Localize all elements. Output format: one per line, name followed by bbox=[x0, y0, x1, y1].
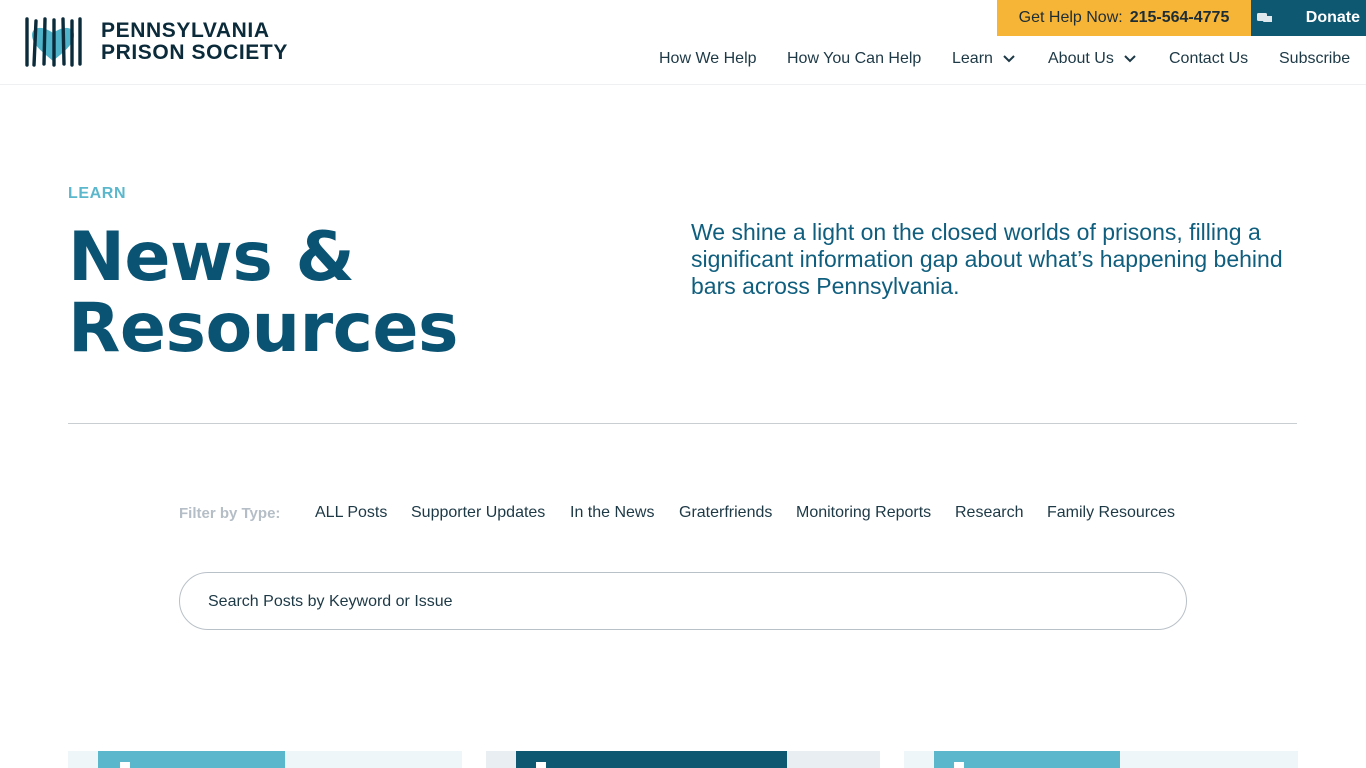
nav-how-you-can-help[interactable]: How You Can Help bbox=[787, 50, 921, 68]
section-eyebrow: LEARN bbox=[68, 185, 127, 202]
post-card[interactable] bbox=[904, 751, 1298, 768]
filter-monitoring-reports[interactable]: Monitoring Reports bbox=[796, 504, 931, 522]
filter-family-resources[interactable]: Family Resources bbox=[1047, 504, 1175, 522]
donate-label: Donate bbox=[1305, 9, 1360, 26]
card-image-detail bbox=[954, 762, 964, 768]
logo-line-1: PENNSYLVANIA bbox=[101, 19, 270, 42]
main-nav: How We Help How You Can Help Learn About… bbox=[0, 50, 1366, 72]
post-card[interactable] bbox=[68, 751, 462, 768]
filter-research[interactable]: Research bbox=[955, 504, 1023, 522]
nav-contact-us[interactable]: Contact Us bbox=[1169, 50, 1248, 68]
nav-label: How You Can Help bbox=[787, 50, 922, 67]
nav-label: About Us bbox=[1048, 50, 1114, 67]
search-input[interactable] bbox=[208, 591, 1148, 613]
help-phone-link[interactable]: 215-564-4775 bbox=[1130, 9, 1230, 27]
card-image-detail bbox=[536, 762, 546, 768]
section-divider bbox=[68, 423, 1297, 424]
filter-graterfriends[interactable]: Graterfriends bbox=[679, 504, 772, 522]
filter-label: Filter by Type: bbox=[179, 505, 281, 522]
get-help-bar[interactable]: Get Help Now: 215-564-4775 bbox=[997, 0, 1251, 36]
card-image bbox=[516, 751, 787, 768]
get-help-label: Get Help Now: bbox=[1018, 9, 1123, 26]
nav-label: Learn bbox=[952, 50, 993, 67]
page-title: News & Resources bbox=[68, 218, 459, 368]
nav-about-us[interactable]: About Us bbox=[1048, 50, 1136, 68]
page-intro: We shine a light on the closed worlds of… bbox=[691, 219, 1283, 299]
filter-all-posts[interactable]: ALL Posts bbox=[315, 504, 387, 522]
card-image-detail bbox=[120, 762, 130, 768]
chevron-down-icon bbox=[1003, 55, 1015, 63]
nav-label: Contact Us bbox=[1169, 50, 1249, 67]
site-header: PENNSYLVANIA PRISON SOCIETY Get Help Now… bbox=[0, 0, 1366, 85]
donate-button[interactable]: Donate bbox=[1251, 0, 1366, 36]
post-card[interactable] bbox=[486, 751, 880, 768]
search-box bbox=[179, 572, 1187, 630]
nav-learn[interactable]: Learn bbox=[952, 50, 1015, 68]
nav-subscribe[interactable]: Subscribe bbox=[1279, 50, 1350, 68]
filter-supporter-updates[interactable]: Supporter Updates bbox=[411, 504, 545, 522]
nav-label: How We Help bbox=[659, 50, 757, 67]
hand-heart-icon bbox=[1257, 13, 1272, 22]
nav-how-we-help[interactable]: How We Help bbox=[659, 50, 757, 68]
nav-label: Subscribe bbox=[1279, 50, 1351, 67]
chevron-down-icon bbox=[1124, 55, 1136, 63]
filter-in-the-news[interactable]: In the News bbox=[570, 504, 654, 522]
